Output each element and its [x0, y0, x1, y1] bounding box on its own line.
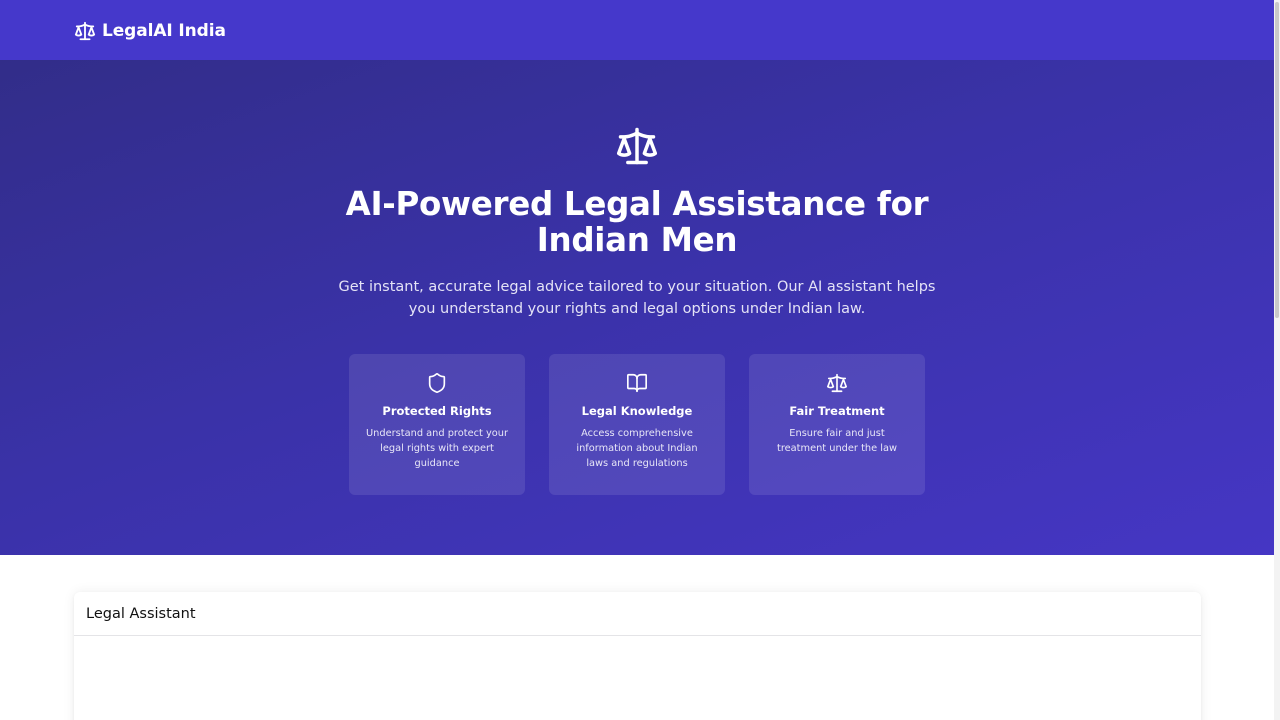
- feature-title: Fair Treatment: [789, 404, 885, 418]
- hero-subtitle: Get instant, accurate legal advice tailo…: [338, 279, 936, 317]
- shield-icon: [426, 372, 448, 394]
- scale-icon: [826, 372, 848, 394]
- feature-description: Understand and protect your legal rights…: [366, 428, 508, 469]
- scale-icon: [74, 20, 96, 42]
- brand-link[interactable]: LegalAI India: [74, 19, 226, 43]
- feature-title: Legal Knowledge: [581, 404, 693, 418]
- feature-card-fair-treatment[interactable]: Fair Treatment Ensure fair and just trea…: [749, 354, 925, 495]
- hero-title: AI-Powered Legal Assistance for Indian M…: [345, 185, 929, 259]
- scrollbar[interactable]: [1274, 0, 1280, 720]
- scale-icon: [614, 124, 660, 168]
- brand-name: LegalAI India: [102, 21, 226, 41]
- feature-title: Protected Rights: [382, 404, 492, 418]
- scrollbar-thumb[interactable]: [1275, 2, 1279, 318]
- feature-description: Ensure fair and just treatment under the…: [777, 428, 897, 454]
- hero-section: AI-Powered Legal Assistance for Indian M…: [0, 60, 1274, 555]
- panel-title: Legal Assistant: [74, 592, 1201, 636]
- feature-card-legal-knowledge[interactable]: Legal Knowledge Access comprehensive inf…: [549, 354, 725, 495]
- legal-assistant-panel: Legal Assistant: [74, 592, 1201, 720]
- navbar: LegalAI India: [0, 0, 1274, 60]
- page: LegalAI India AI-Powered Legal Assistanc…: [0, 0, 1274, 720]
- feature-card-protected-rights[interactable]: Protected Rights Understand and protect …: [349, 354, 525, 495]
- book-open-icon: [626, 372, 648, 394]
- feature-description: Access comprehensive information about I…: [576, 428, 698, 469]
